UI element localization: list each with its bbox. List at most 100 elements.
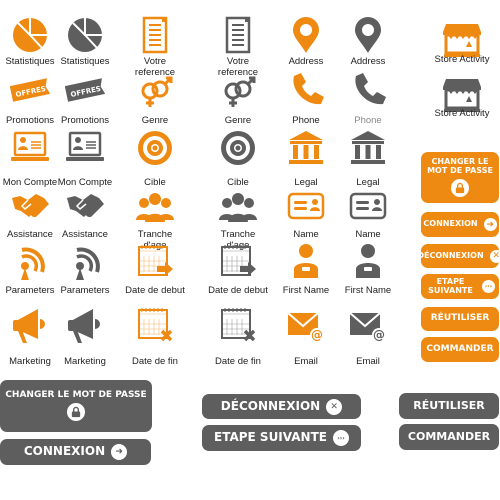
people-group-icon	[219, 193, 257, 222]
icon-tile-target-gray: Cible	[208, 128, 268, 188]
icon-tile-storefront-orange: Store Activity	[432, 20, 492, 65]
svg-text:@: @	[373, 328, 385, 342]
antenna-icon	[76, 247, 100, 280]
icon-tile-email-at-orange: @ Email	[276, 305, 336, 367]
pie-chart-icon	[13, 18, 47, 52]
calendar-x-icon	[138, 308, 173, 342]
changer-le-mot-de-passe-button-gray[interactable]: CHANGER LE MOT DE PASSE	[0, 380, 152, 432]
calendar-x-icon	[221, 308, 256, 342]
phone-icon	[293, 73, 324, 105]
courthouse-icon	[351, 131, 385, 164]
icon-tile-document-orange: Votre reference	[125, 15, 185, 78]
icon-tile-person-badge-gray: First Name	[338, 242, 398, 296]
icon-tile-calendar-x-gray: Date de fin	[208, 305, 268, 367]
icon-label: Date de fin	[132, 356, 178, 367]
icon-label: Name	[355, 229, 381, 240]
button-label: RÉUTILISER	[413, 398, 485, 412]
icon-tile-calendar-arrow-gray: Date de debut	[208, 242, 268, 296]
button-label: COMMANDER	[407, 429, 491, 443]
icon-label: Genre	[141, 115, 169, 126]
button-label: CONNEXION	[23, 444, 106, 459]
icon-label: Email	[356, 356, 380, 367]
next-icon: ›››	[482, 280, 495, 293]
button-label: ETAPE SUIVANTE	[428, 276, 473, 295]
antenna-icon	[21, 247, 45, 280]
megaphone-icon	[13, 309, 45, 343]
icon-label: Parameters	[5, 285, 55, 296]
icon-label: Marketing	[9, 356, 51, 367]
connexion-button-orange[interactable]: CONNEXION ➜	[421, 212, 499, 237]
icon-label: Assistance	[7, 229, 53, 240]
handshake-icon	[12, 194, 49, 218]
icon-tile-email-at-gray: @ Email	[338, 305, 398, 367]
close-icon: ✕	[326, 398, 343, 415]
target-icon	[138, 131, 172, 165]
commander-button-orange[interactable]: COMMANDER	[421, 337, 499, 362]
icon-label: Marketing	[64, 356, 106, 367]
icon-tile-offers-tag-orange: OFFRES Promotions	[0, 70, 60, 126]
arrow-right-icon: ➜	[111, 444, 128, 460]
close-icon: ✕	[489, 249, 500, 263]
icon-label: Assistance	[62, 229, 108, 240]
padlock-icon	[67, 403, 85, 422]
icon-tile-gender-orange: Genre	[125, 70, 185, 126]
icon-label: Parameters	[60, 285, 110, 296]
etape-suivante-button-gray[interactable]: ETAPE SUIVANTE ›››	[202, 425, 361, 451]
commander-button-gray[interactable]: COMMANDER	[399, 424, 499, 450]
icon-tile-gender-gray: Genre	[208, 70, 268, 126]
button-label: CHANGER LE MOT DE PASSE	[5, 389, 147, 400]
reutiliser-button-gray[interactable]: RÉUTILISER	[399, 393, 499, 419]
svg-text:@: @	[311, 328, 323, 342]
icon-tile-id-card-orange: Name	[276, 186, 336, 240]
icon-tile-megaphone-orange: Marketing	[0, 305, 60, 367]
icon-tile-courthouse-orange: Legal	[276, 128, 336, 188]
person-badge-icon	[294, 244, 318, 278]
icon-tile-people-group-orange: Tranche d'age	[125, 186, 185, 251]
button-label: RÉUTILISER	[430, 313, 490, 324]
icon-label: Phone	[292, 115, 320, 126]
icon-label: Name	[293, 229, 319, 240]
icon-tile-antenna-gray: Parameters	[55, 242, 115, 296]
icon-tile-pie-chart-gray: Statistiques	[55, 15, 115, 67]
calendar-arrow-icon	[221, 245, 256, 276]
icon-tile-document-gray: Votre reference	[208, 15, 268, 78]
icon-label: Store Activity	[434, 108, 490, 119]
icon-label: Statistiques	[5, 56, 55, 67]
icon-label: Address	[350, 56, 386, 67]
map-pin-icon	[355, 17, 381, 53]
gender-icon	[141, 76, 173, 107]
icon-tile-people-group-gray: Tranche d'age	[208, 186, 268, 251]
icon-tile-pie-chart-orange: Statistiques	[0, 15, 60, 67]
megaphone-icon	[68, 309, 100, 343]
icon-label: Promotions	[60, 115, 110, 126]
changer-le-mot-de-passe-button-orange[interactable]: CHANGER LE MOT DE PASSE	[421, 152, 499, 203]
phone-icon	[355, 73, 386, 105]
icon-tile-map-pin-gray: Address	[338, 15, 398, 67]
button-label: ETAPE SUIVANTE	[214, 430, 327, 445]
courthouse-icon	[289, 131, 323, 164]
laptop-account-icon	[11, 131, 49, 161]
id-card-icon	[349, 192, 387, 220]
email-at-icon: @	[349, 312, 386, 342]
etape-suivante-button-orange[interactable]: ETAPE SUIVANTE ›››	[421, 274, 499, 299]
connexion-button-gray[interactable]: CONNEXION ➜	[0, 439, 151, 465]
icon-tile-storefront-gray: Store Activity	[432, 75, 492, 119]
deconnexion-button-orange[interactable]: DÉCONNEXION ✕	[417, 244, 500, 268]
icon-tile-map-pin-orange: Address	[276, 15, 336, 67]
icon-label: Statistiques	[60, 56, 110, 67]
icon-label: Address	[288, 56, 324, 67]
icon-tile-phone-orange: Phone	[276, 70, 336, 126]
deconnexion-button-gray[interactable]: DÉCONNEXION ✕	[202, 394, 361, 419]
map-pin-icon	[293, 17, 319, 53]
icon-label: First Name	[344, 285, 392, 296]
people-group-icon	[136, 193, 174, 222]
icon-label: Date de debut	[125, 285, 185, 296]
pie-chart-icon	[68, 18, 102, 52]
icon-label: Promotions	[5, 115, 55, 126]
icon-tile-offers-tag-gray: OFFRES Promotions	[55, 70, 115, 126]
icon-tile-handshake-orange: Assistance	[0, 186, 60, 240]
reutiliser-button-orange[interactable]: RÉUTILISER	[421, 307, 499, 331]
icon-tile-courthouse-gray: Legal	[338, 128, 398, 188]
gender-icon	[224, 76, 256, 107]
document-icon	[225, 16, 251, 54]
